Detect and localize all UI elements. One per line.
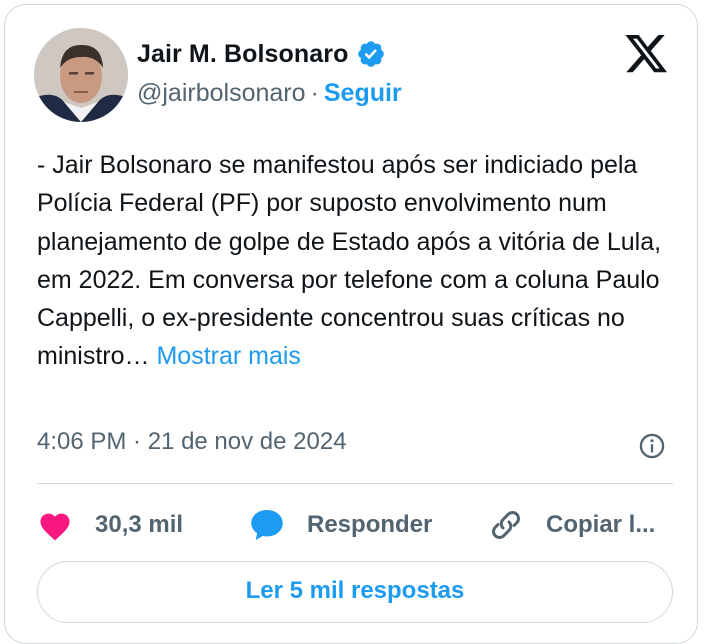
reply-bubble-icon	[251, 510, 283, 540]
reply-label: Responder	[307, 511, 433, 538]
tweet-text: - Jair Bolsonaro se manifestou após ser …	[37, 146, 687, 376]
copy-link-button[interactable]: Copiar l...	[488, 502, 655, 548]
like-button[interactable]: 30,3 mil	[37, 502, 183, 548]
author-handle[interactable]: @jairbolsonaro	[137, 79, 306, 107]
info-icon[interactable]	[638, 432, 666, 460]
read-replies-button[interactable]: Ler 5 mil respostas	[37, 561, 673, 623]
avatar[interactable]	[34, 28, 128, 122]
heart-icon	[40, 513, 70, 541]
like-count: 30,3 mil	[95, 511, 184, 538]
separator-dot: ·	[310, 79, 319, 107]
tweet-timestamp[interactable]: 4:06 PM · 21 de nov de 2024	[37, 428, 347, 456]
tweet-card: Jair M. Bolsonaro @jairbolsonaro · Seguir …	[4, 4, 698, 644]
x-logo-icon[interactable]	[625, 35, 669, 75]
copy-link-label: Copiar l...	[546, 511, 656, 538]
reply-button[interactable]: Responder	[249, 502, 432, 548]
author-name[interactable]: Jair M. Bolsonaro	[137, 40, 348, 69]
author-name-row: Jair M. Bolsonaro	[137, 39, 386, 69]
verified-badge-icon	[356, 39, 386, 69]
tweet-body: - Jair Bolsonaro se manifestou após ser …	[37, 151, 662, 371]
show-more-link[interactable]: Mostrar mais	[156, 342, 300, 370]
action-bar: 30,3 mil Responder Copiar l...	[37, 502, 687, 548]
link-icon	[492, 511, 520, 539]
handle-row: @jairbolsonaro · Seguir	[137, 79, 402, 108]
follow-button[interactable]: Seguir	[324, 79, 402, 107]
divider	[37, 483, 673, 484]
